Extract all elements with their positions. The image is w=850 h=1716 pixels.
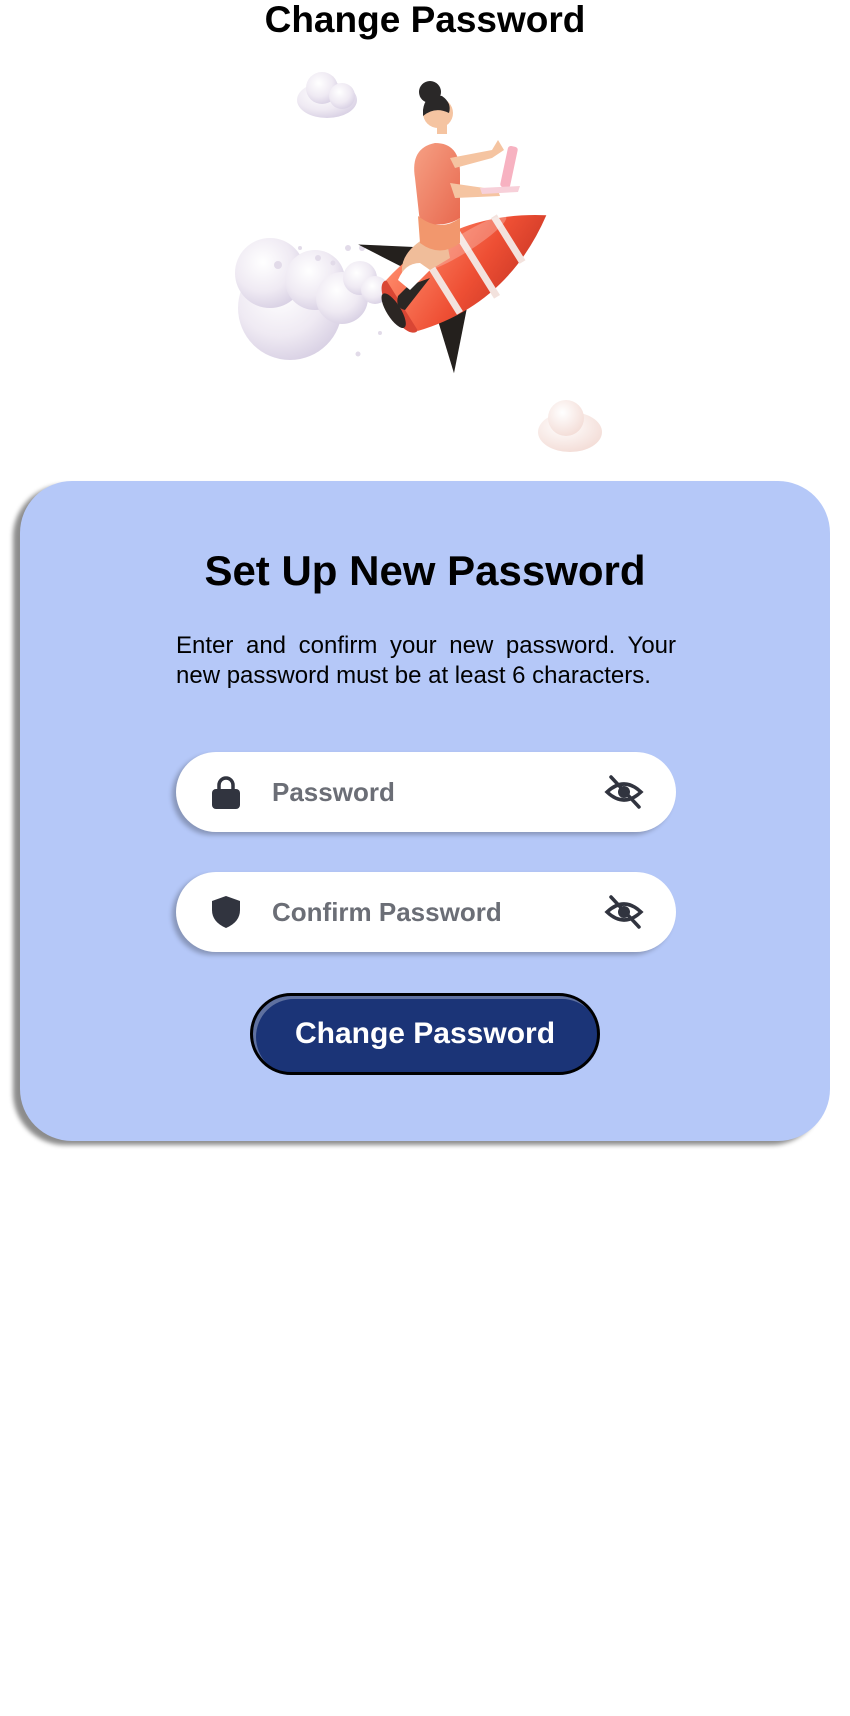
cloud-exhaust <box>235 238 389 360</box>
change-password-button[interactable]: Change Password <box>250 993 600 1075</box>
page-title: Change Password <box>264 0 586 40</box>
lock-icon <box>212 776 240 809</box>
cloud-small-top <box>297 72 357 118</box>
shield-icon <box>212 896 240 928</box>
password-input[interactable] <box>272 770 572 814</box>
confirm-password-field[interactable] <box>176 872 676 952</box>
card-description: Enter and confirm your new password. You… <box>176 632 676 689</box>
eye-slash-icon[interactable] <box>604 773 644 811</box>
confirm-password-input[interactable] <box>272 890 572 934</box>
change-password-card: Set Up New Password Enter and confirm yo… <box>20 481 830 1141</box>
eye-slash-icon[interactable] <box>604 893 644 931</box>
rocket-rider-illustration <box>235 72 602 452</box>
cloud-small-bottom <box>538 400 602 452</box>
card-title: Set Up New Password <box>204 547 646 594</box>
password-field[interactable] <box>176 752 676 832</box>
